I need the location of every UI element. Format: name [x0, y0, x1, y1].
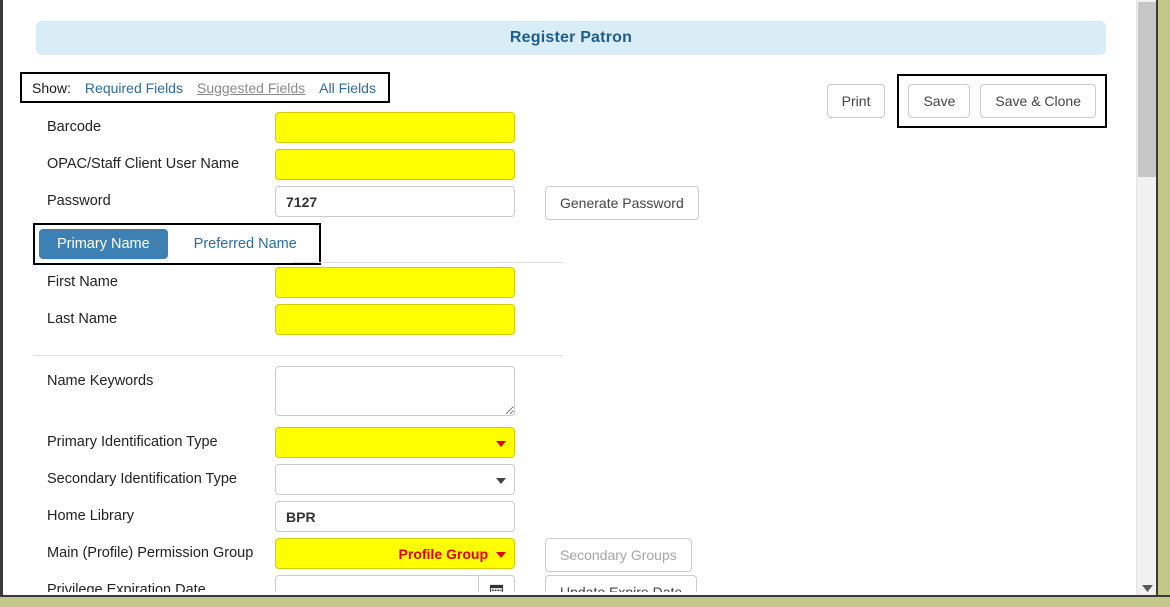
update-expire-date-button[interactable]: Update Expire Date [545, 575, 698, 592]
field-row-first-name: First Name [3, 267, 1123, 304]
field-row-primary-id-type: Primary Identification Type [3, 427, 1123, 464]
control-primary-id-type [275, 427, 515, 458]
barcode-input[interactable] [275, 112, 515, 143]
caret-down-icon [496, 477, 506, 484]
page-content: Register Patron Show: Required Fields Su… [3, 0, 1123, 592]
field-row-username: OPAC/Staff Client User Name [3, 149, 1123, 186]
register-patron-form: Barcode OPAC/Staff Client User Name Pass… [3, 112, 1123, 592]
browser-viewport: Register Patron Show: Required Fields Su… [0, 0, 1170, 607]
chevron-down-icon [1141, 585, 1153, 592]
tab-preferred-name[interactable]: Preferred Name [175, 229, 315, 259]
label-permission-group: Main (Profile) Permission Group [47, 545, 254, 561]
window-frame-bottom [0, 595, 1170, 607]
first-name-input[interactable] [275, 267, 515, 298]
page-title: Register Patron [36, 21, 1106, 55]
label-username: OPAC/Staff Client User Name [47, 156, 240, 172]
field-row-secondary-id-type: Secondary Identification Type [3, 464, 1123, 501]
caret-down-icon [496, 551, 506, 558]
expiration-date-input[interactable] [275, 575, 478, 592]
name-tabs-annotation-box: Primary Name Preferred Name [33, 223, 321, 265]
control-home-library [275, 501, 515, 532]
label-name-keywords: Name Keywords [47, 373, 154, 389]
scrollbar-thumb[interactable] [1138, 2, 1156, 177]
permission-group-select[interactable]: Profile Group [275, 538, 515, 569]
control-barcode [275, 112, 515, 143]
show-label: Show: [32, 79, 71, 96]
field-row-last-name: Last Name [3, 304, 1123, 341]
label-barcode: Barcode [47, 119, 102, 135]
control-name-keywords [275, 366, 515, 421]
control-permission-group: Profile Group [275, 538, 515, 569]
label-first-name: First Name [47, 274, 118, 290]
window-frame-left [0, 0, 3, 607]
calendar-icon [489, 584, 504, 592]
page-scrollbar[interactable] [1136, 0, 1156, 600]
show-link-suggested-fields[interactable]: Suggested Fields [197, 80, 305, 96]
label-last-name: Last Name [47, 311, 118, 327]
home-library-input[interactable] [275, 501, 515, 532]
field-row-password: Password Generate Password [3, 186, 1123, 223]
username-input[interactable] [275, 149, 515, 180]
primary-id-type-select[interactable] [275, 427, 515, 458]
calendar-picker-button[interactable] [478, 575, 515, 592]
name-keywords-textarea[interactable] [275, 366, 515, 416]
label-secondary-id-type: Secondary Identification Type [47, 471, 237, 487]
label-expiration-date: Privilege Expiration Date [47, 582, 206, 592]
control-last-name [275, 304, 515, 335]
tab-primary-name[interactable]: Primary Name [39, 229, 168, 259]
caret-down-icon [496, 440, 506, 447]
field-row-expiration-date: Privilege Expiration Date Update Expire … [3, 575, 1123, 592]
show-link-all-fields[interactable]: All Fields [319, 80, 376, 96]
secondary-groups-button[interactable]: Secondary Groups [545, 538, 692, 572]
field-row-name-keywords: Name Keywords [3, 366, 1123, 422]
last-name-input[interactable] [275, 304, 515, 335]
permission-group-value: Profile Group [398, 545, 488, 562]
tabs-underline [293, 262, 563, 263]
window-frame-right [1158, 0, 1170, 607]
show-fields-toolbar: Show: Required Fields Suggested Fields A… [20, 72, 390, 103]
name-tabs-row: Primary Name Preferred Name [3, 223, 1123, 267]
field-row-permission-group: Main (Profile) Permission Group Profile … [3, 538, 1123, 575]
field-row-home-library: Home Library [3, 501, 1123, 538]
secondary-id-type-select[interactable] [275, 464, 515, 495]
control-secondary-id-type [275, 464, 515, 495]
password-input[interactable] [275, 186, 515, 217]
control-password [275, 186, 515, 217]
field-row-barcode: Barcode [3, 112, 1123, 149]
show-link-required-fields[interactable]: Required Fields [85, 80, 183, 96]
control-first-name [275, 267, 515, 298]
scrollbar-down-button[interactable] [1137, 580, 1157, 596]
control-expiration-date [275, 575, 515, 592]
label-password: Password [47, 193, 111, 209]
label-home-library: Home Library [47, 508, 135, 524]
label-primary-id-type: Primary Identification Type [47, 434, 218, 450]
generate-password-button[interactable]: Generate Password [545, 186, 699, 220]
control-username [275, 149, 515, 180]
